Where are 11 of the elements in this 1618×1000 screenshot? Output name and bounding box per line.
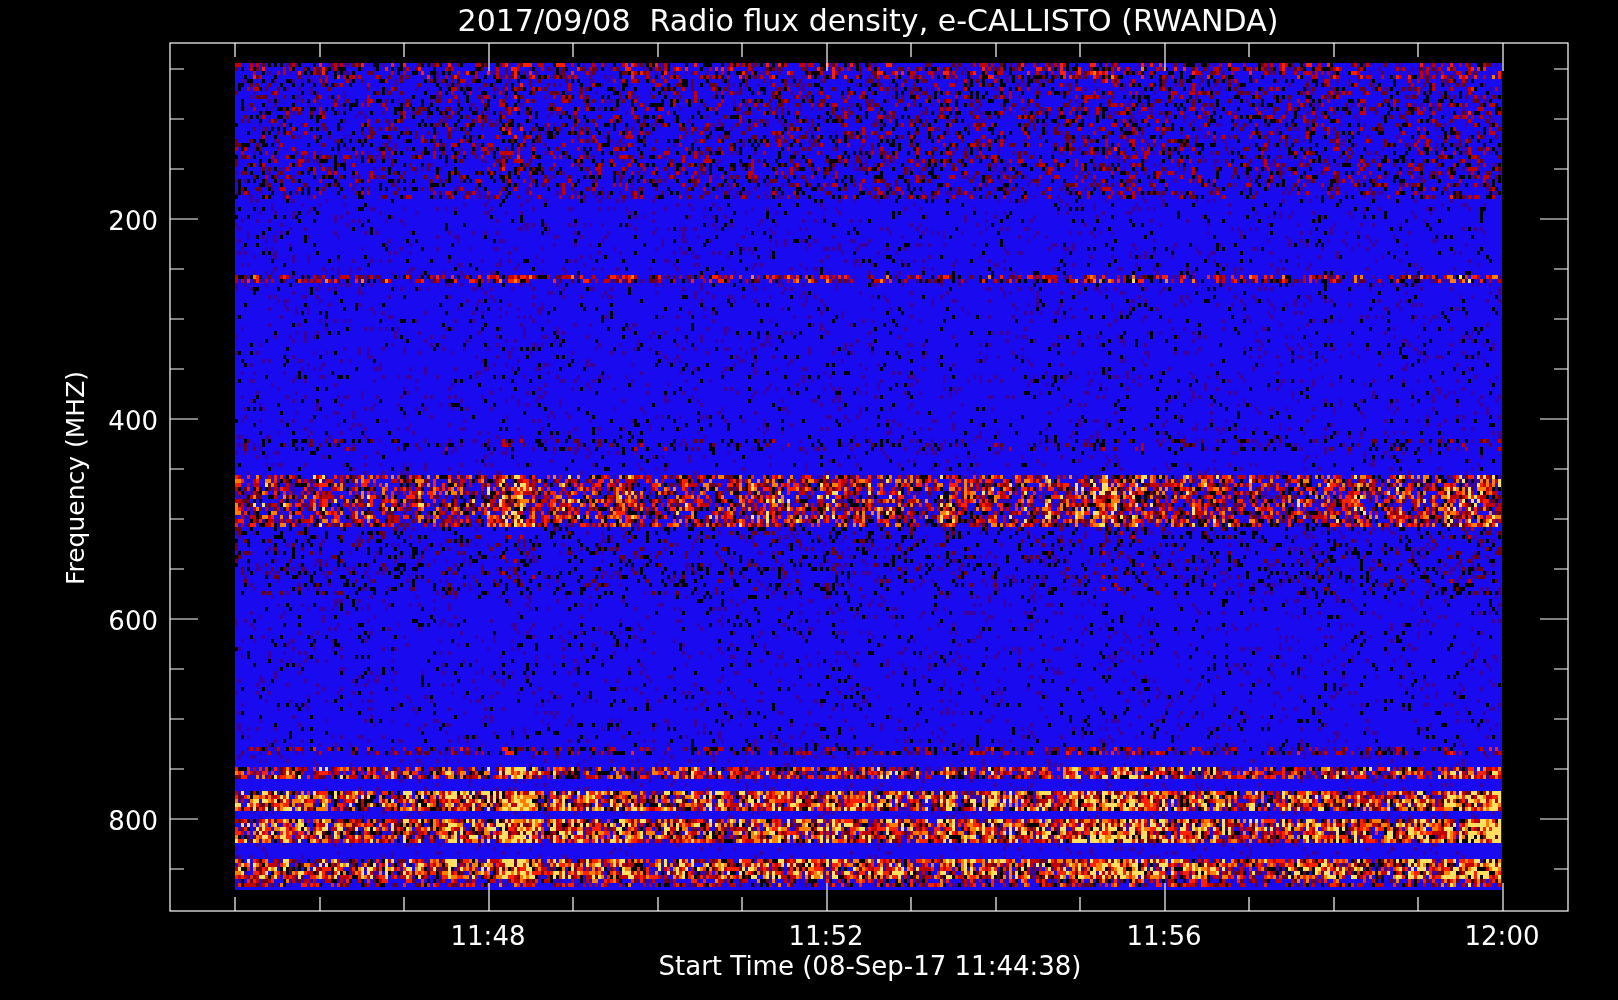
y-tick-label: 400 (108, 406, 158, 436)
y-tick-label: 600 (108, 606, 158, 636)
x-tick-label: 11:56 (1126, 921, 1202, 951)
chart-title: 2017/09/08 Radio flux density, e-CALLISTO (RWANDA) (457, 3, 1279, 38)
y-tick-label: 800 (108, 806, 158, 836)
x-tick-label: 11:48 (450, 921, 526, 951)
x-axis-label: Start Time (08-Sep-17 11:44:38) (658, 951, 1082, 981)
y-axis-label: Frequency (MHZ) (61, 370, 90, 586)
x-tick-label: 11:52 (788, 921, 864, 951)
y-tick-label: 200 (108, 206, 158, 236)
x-tick-label: 12:00 (1464, 921, 1540, 951)
